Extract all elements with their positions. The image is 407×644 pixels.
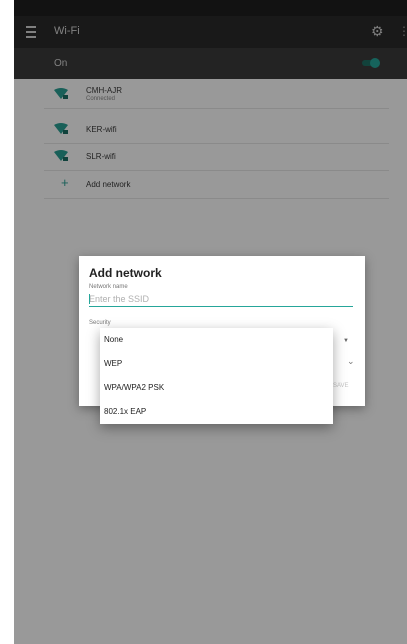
settings-screen: Wi-Fi ⚙ ⋮ On CMH-AJR Connected KER-wifi [14,0,407,644]
security-dropdown-menu: None WEP WPA/WPA2 PSK 802.1x EAP [100,328,333,424]
security-option-wep[interactable]: WEP [100,352,333,375]
save-button[interactable]: SAVE [333,383,349,389]
security-label: Security [89,320,111,326]
option-label: WPA/WPA2 PSK [104,383,165,392]
network-name-label: Network name [89,284,128,290]
chevron-down-icon[interactable]: ⌄ [347,356,355,367]
ssid-input[interactable] [89,292,353,307]
option-label: WEP [104,359,123,368]
security-option-eap[interactable]: 802.1x EAP [100,400,333,423]
security-option-none[interactable]: None [100,328,333,351]
security-option-wpa-psk[interactable]: WPA/WPA2 PSK [100,376,333,399]
text-cursor [89,294,90,304]
option-label: None [104,335,124,344]
dropdown-arrow-icon[interactable]: ▼ [343,338,349,344]
option-label: 802.1x EAP [104,407,147,416]
dialog-title: Add network [89,266,162,280]
